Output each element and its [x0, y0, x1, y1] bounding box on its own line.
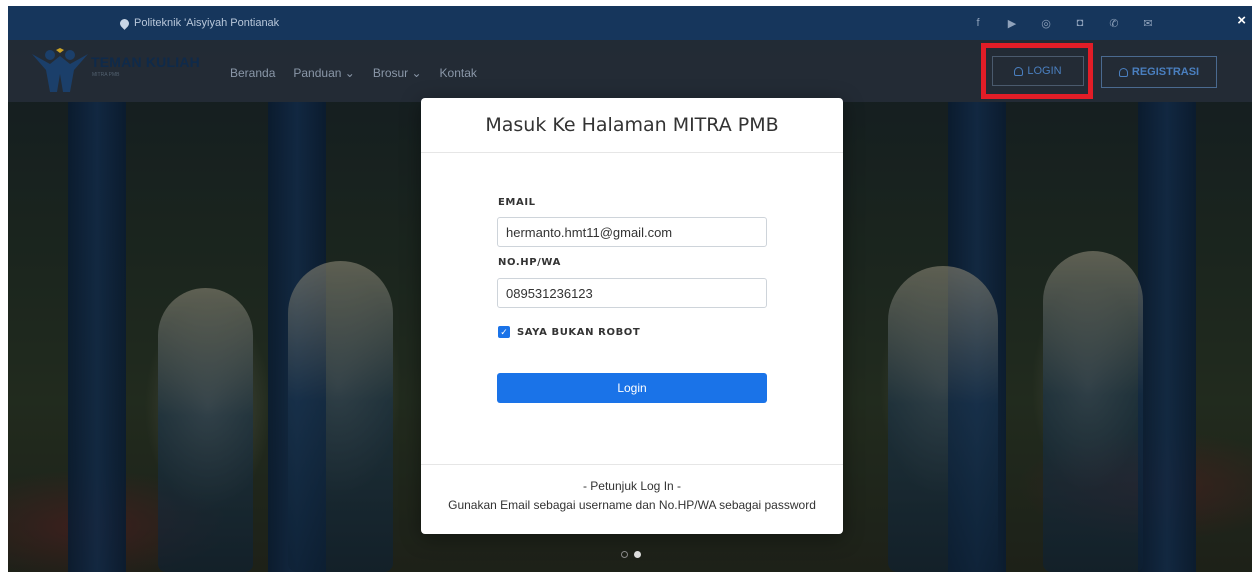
location-text: Politeknik 'Aisyiyah Pontianak	[134, 17, 280, 29]
robot-checkbox-label[interactable]: SAYA BUKAN ROBOT	[517, 327, 640, 338]
main-navbar: TEMAN KULIAH MITRA PMB Beranda Panduan ⌄…	[8, 40, 1252, 102]
user-icon	[1118, 67, 1128, 77]
nav-item-kontak[interactable]: Kontak	[440, 66, 477, 80]
nav-item-brosur[interactable]: Brosur ⌄	[373, 66, 422, 80]
phone-field[interactable]	[497, 278, 767, 308]
login-highlight-box	[981, 43, 1093, 99]
facebook-icon[interactable]: f	[972, 17, 984, 29]
phone-icon[interactable]: ✆	[1108, 17, 1120, 30]
close-icon[interactable]: ×	[1237, 12, 1246, 29]
robot-check-row[interactable]: ✓ SAYA BUKAN ROBOT	[498, 326, 640, 338]
register-button-label: REGISTRASI	[1131, 66, 1200, 78]
brand-subtitle: MITRA PMB	[92, 72, 120, 78]
social-links: f ▶ ◎ ◘ ✆ ✉	[972, 17, 1154, 30]
teman-kuliah-logo-icon[interactable]	[30, 48, 90, 94]
instagram-icon[interactable]: ◘	[1074, 17, 1086, 29]
modal-header: Masuk Ke Halaman MITRA PMB	[421, 98, 843, 153]
youtube-icon[interactable]: ▶	[1006, 17, 1018, 30]
location: Politeknik 'Aisyiyah Pontianak	[118, 16, 280, 30]
register-button[interactable]: REGISTRASI	[1101, 56, 1217, 88]
page-frame: Politeknik 'Aisyiyah Pontianak f ▶ ◎ ◘ ✆…	[8, 6, 1252, 572]
top-info-bar: Politeknik 'Aisyiyah Pontianak f ▶ ◎ ◘ ✆…	[8, 6, 1252, 40]
modal-footer: - Petunjuk Log In - Gunakan Email sebaga…	[421, 464, 843, 534]
email-field[interactable]	[497, 217, 767, 247]
whatsapp-icon[interactable]: ◎	[1040, 17, 1052, 30]
email-label: EMAIL	[498, 197, 536, 208]
phone-label: NO.HP/WA	[498, 257, 561, 268]
robot-checkbox[interactable]: ✓	[498, 326, 510, 338]
carousel-dot-active[interactable]	[634, 551, 641, 558]
nav-item-panduan[interactable]: Panduan ⌄	[293, 66, 354, 80]
nav-item-beranda[interactable]: Beranda	[230, 66, 275, 80]
modal-title: Masuk Ke Halaman MITRA PMB	[485, 114, 779, 136]
brand-name[interactable]: TEMAN KULIAH	[91, 54, 200, 70]
login-submit-button[interactable]: Login	[497, 373, 767, 403]
login-hint-text: Gunakan Email sebagai username dan No.HP…	[448, 498, 816, 512]
map-pin-icon	[118, 16, 131, 30]
mail-icon[interactable]: ✉	[1142, 17, 1154, 30]
nav-menu: Beranda Panduan ⌄ Brosur ⌄ Kontak	[230, 66, 477, 80]
carousel-dot[interactable]	[621, 551, 628, 558]
login-hint-title: - Petunjuk Log In -	[582, 479, 682, 493]
carousel-indicators	[621, 551, 641, 558]
login-modal: Masuk Ke Halaman MITRA PMB EMAIL NO.HP/W…	[421, 98, 843, 534]
